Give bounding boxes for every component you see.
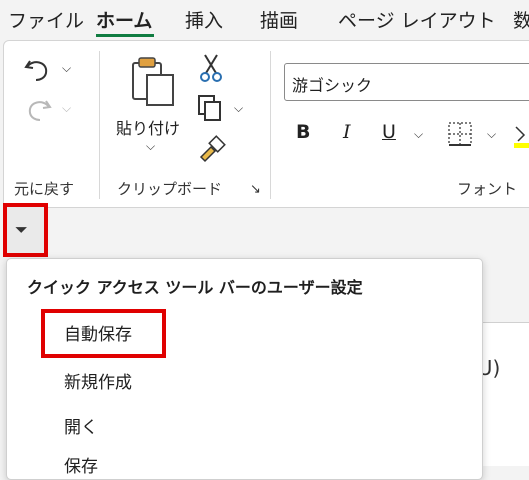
undo-group-label: 元に戻す [14, 180, 75, 198]
paste-dropdown-chevron-icon[interactable]: ⌵ [146, 139, 155, 154]
bold-button[interactable]: B [296, 121, 310, 143]
paste-icon[interactable] [127, 55, 177, 109]
copy-icon[interactable] [196, 93, 224, 123]
tab-file[interactable]: ファイル [8, 6, 84, 33]
tab-insert[interactable]: 挿入 [185, 6, 223, 33]
ribbon: ⌵ ⌵ 元に戻す 貼り付け ⌵ ⌵ クリップボード ↘ 游ゴシック B I U … [3, 40, 529, 208]
redo-dropdown-chevron-icon[interactable]: ⌵ [62, 101, 71, 116]
tab-formulas-partial[interactable]: 数 [513, 6, 529, 33]
paste-button-label[interactable]: 貼り付け [116, 115, 180, 139]
group-separator [99, 51, 100, 199]
format-painter-icon[interactable] [197, 135, 227, 163]
ribbon-tabs: ファイル ホーム 挿入 描画 ページ レイアウト 数 [0, 0, 529, 40]
tab-draw[interactable]: 描画 [260, 6, 298, 33]
menu-title: クイック アクセス ツール バーのユーザー設定 [27, 278, 363, 297]
highlight-autosave [41, 309, 166, 358]
customize-qat-button[interactable]: ⏷ [3, 203, 48, 257]
undo-dropdown-chevron-icon[interactable]: ⌵ [62, 61, 71, 76]
borders-icon[interactable] [447, 121, 473, 147]
font-group-label: フォント [457, 180, 518, 198]
undo-icon[interactable] [22, 55, 54, 83]
underline-button[interactable]: U [382, 121, 396, 143]
tab-page-layout[interactable]: ページ レイアウト [338, 6, 496, 33]
clipboard-dialog-launcher-icon[interactable]: ↘ [250, 182, 261, 197]
italic-button[interactable]: I [343, 121, 351, 143]
font-name-value: 游ゴシック [292, 76, 373, 95]
customize-qat-dropdown-icon: ⏷ [15, 220, 28, 239]
underline-dropdown-chevron-icon[interactable]: ⌵ [414, 127, 423, 142]
font-name-combobox[interactable]: 游ゴシック [284, 63, 529, 101]
cut-icon[interactable] [199, 53, 223, 83]
borders-dropdown-chevron-icon[interactable]: ⌵ [487, 127, 496, 142]
group-separator [270, 51, 271, 199]
fill-color-icon[interactable] [512, 121, 529, 149]
copy-dropdown-chevron-icon[interactable]: ⌵ [234, 101, 243, 116]
active-tab-indicator [96, 34, 154, 37]
redo-icon[interactable] [22, 95, 54, 123]
tab-home[interactable]: ホーム [96, 6, 152, 33]
menu-item-open[interactable]: 開く [64, 413, 98, 438]
menu-item-new[interactable]: 新規作成 [64, 368, 132, 393]
clipboard-group-label: クリップボード [117, 180, 223, 198]
